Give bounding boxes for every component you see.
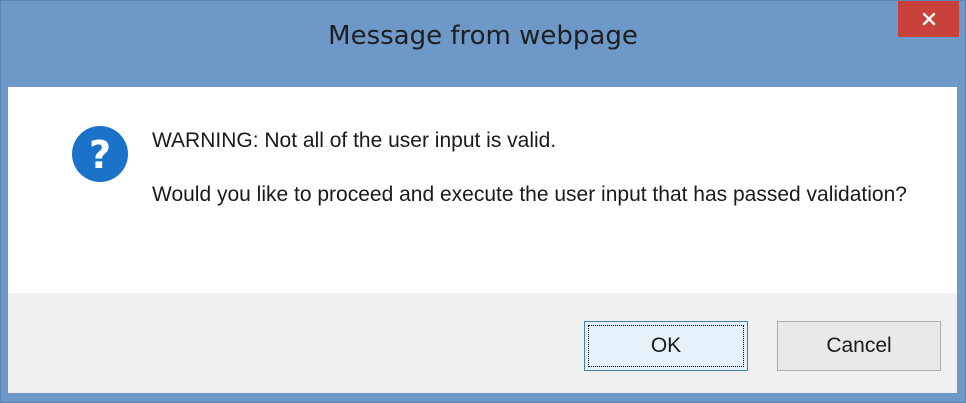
- message-text: WARNING: Not all of the user input is va…: [152, 125, 912, 211]
- question-text: Would you like to proceed and execute th…: [152, 183, 907, 206]
- close-icon: [922, 12, 935, 26]
- warning-text: WARNING: Not all of the user input is va…: [152, 129, 557, 152]
- dialog-window: Message from webpage ? WARNING: Not all …: [0, 0, 966, 403]
- dialog-body: ? WARNING: Not all of the user input is …: [8, 87, 957, 393]
- dialog-title: Message from webpage: [328, 21, 638, 51]
- cancel-button[interactable]: Cancel: [777, 321, 941, 371]
- focus-rectangle: [588, 325, 744, 367]
- ok-button[interactable]: OK: [584, 321, 748, 371]
- close-button[interactable]: [898, 1, 959, 37]
- question-icon: ?: [72, 126, 128, 182]
- message-area: ? WARNING: Not all of the user input is …: [8, 87, 957, 293]
- button-bar: OK Cancel: [8, 293, 957, 393]
- question-glyph: ?: [89, 133, 111, 177]
- cancel-button-label: Cancel: [826, 334, 892, 357]
- title-bar[interactable]: Message from webpage: [1, 1, 965, 87]
